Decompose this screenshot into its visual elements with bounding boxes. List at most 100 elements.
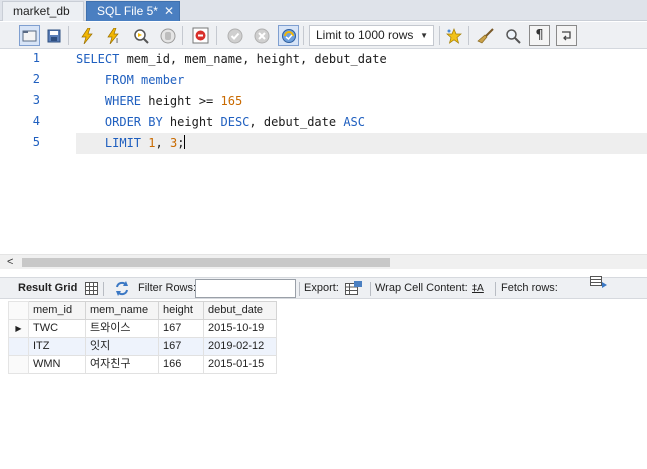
explain-icon[interactable] — [130, 25, 151, 46]
grid-cell[interactable]: 166 — [158, 355, 204, 374]
column-header[interactable]: debut_date — [203, 301, 277, 320]
save-icon[interactable] — [43, 25, 64, 46]
line-number: 1 — [32, 51, 40, 65]
grid-cell[interactable]: 167 — [158, 319, 204, 338]
filter-rows-label: Filter Rows: — [138, 282, 197, 294]
grid-cell[interactable]: 2019-02-12 — [203, 337, 277, 356]
dropdown-arrow-icon: ▼ — [420, 31, 428, 40]
grid-cell[interactable]: 잇지 — [85, 337, 159, 356]
rollback-icon[interactable] — [251, 25, 272, 46]
grid-view-icon[interactable] — [85, 282, 98, 296]
line-number-gutter: 1 2 3 4 5 — [0, 49, 70, 154]
grid-cell[interactable]: 167 — [158, 337, 204, 356]
line-number: 3 — [32, 93, 40, 107]
code-token: LIMIT — [76, 136, 142, 150]
wrap-cell-content-label: Wrap Cell Content: — [375, 282, 468, 294]
grid-cell[interactable]: 트와이스 — [85, 319, 159, 338]
code-token: height >= — [141, 94, 221, 108]
code-token: 165 — [220, 94, 243, 108]
commit-icon[interactable] — [224, 25, 245, 46]
toolbar-separator — [182, 26, 183, 45]
toolbar-separator — [468, 26, 469, 45]
fetch-rows-label: Fetch rows: — [501, 282, 558, 294]
row-header[interactable] — [8, 355, 29, 374]
toolbar-separator — [303, 26, 304, 45]
toolbar-separator — [299, 282, 300, 296]
text-caret — [184, 135, 186, 149]
result-grid[interactable]: mem_id mem_name height debut_date ▶ TWC … — [8, 301, 277, 374]
format-broom-icon[interactable] — [475, 25, 496, 46]
column-header[interactable]: mem_name — [85, 301, 159, 320]
toggle-error-stop-icon[interactable] — [190, 25, 211, 46]
toolbar-separator — [68, 26, 69, 45]
code-token: member — [133, 73, 185, 87]
line-number: 4 — [32, 114, 40, 128]
execute-icon[interactable] — [76, 25, 97, 46]
column-header[interactable]: mem_id — [28, 301, 86, 320]
grid-cell[interactable]: TWC — [28, 319, 86, 338]
code-token: ORDER BY — [76, 115, 163, 129]
filter-rows-input[interactable] — [195, 279, 296, 298]
wrap-cell-icon[interactable]: ‡A — [472, 278, 484, 299]
wrap-icon[interactable] — [556, 25, 577, 46]
sql-editor[interactable]: 1 2 3 4 5 SELECT mem_id, mem_name, heigh… — [0, 49, 647, 254]
close-tab-icon[interactable]: ✕ — [164, 2, 174, 21]
row-header[interactable] — [8, 337, 29, 356]
code-token: height — [162, 115, 221, 129]
find-icon[interactable] — [502, 25, 523, 46]
grid-cell[interactable]: ITZ — [28, 337, 86, 356]
code-token: DESC — [220, 115, 250, 129]
sql-editor-toolbar: I Limit to 1000 rows ▼ ¶ — [0, 22, 647, 49]
limit-rows-value: Limit to 1000 rows — [316, 28, 414, 42]
tab-market-db[interactable]: market_db — [2, 1, 84, 21]
code-line: LIMIT 1, 3; — [76, 133, 186, 154]
code-token: FROM — [76, 73, 134, 87]
scrollbar-thumb[interactable] — [22, 258, 390, 267]
editor-horizontal-scrollbar[interactable]: < — [0, 254, 647, 269]
line-number: 5 — [32, 135, 40, 149]
grid-cell[interactable]: 2015-10-19 — [203, 319, 277, 338]
beautify-star-icon[interactable] — [443, 25, 464, 46]
code-line: WHERE height >= 165 — [76, 91, 242, 112]
toolbar-separator — [439, 26, 440, 45]
current-row-marker-icon[interactable]: ▶ — [8, 319, 29, 338]
scroll-left-icon[interactable]: < — [7, 255, 13, 270]
svg-text:I: I — [116, 37, 118, 44]
autocommit-icon[interactable] — [278, 25, 299, 46]
column-header[interactable]: height — [158, 301, 204, 320]
table-row[interactable]: ITZ 잇지 167 2019-02-12 — [8, 337, 277, 356]
code-line: FROM member — [76, 70, 184, 91]
table-row[interactable]: ▶ TWC 트와이스 167 2015-10-19 — [8, 319, 277, 338]
grid-cell[interactable]: WMN — [28, 355, 86, 374]
export-icon[interactable] — [345, 281, 362, 296]
fetch-next-rows-icon[interactable] — [590, 276, 608, 292]
toolbar-separator — [370, 282, 371, 296]
code-token: 1 — [148, 136, 156, 150]
result-grid-label[interactable]: Result Grid — [18, 278, 77, 299]
execute-current-icon[interactable]: I — [103, 25, 124, 46]
export-label: Export: — [304, 282, 339, 294]
invisible-chars-icon[interactable]: ¶ — [529, 25, 550, 46]
tab-bar: market_db SQL File 5* ✕ — [0, 0, 647, 21]
stop-icon[interactable] — [157, 25, 178, 46]
toolbar-separator — [103, 282, 104, 296]
code-token: mem_id, mem_name, height, debut_date — [119, 52, 387, 66]
code-token: , — [155, 136, 170, 150]
code-token: ASC — [343, 115, 366, 129]
code-line: ORDER BY height DESC, debut_date ASC — [76, 112, 365, 133]
grid-cell[interactable]: 2015-01-15 — [203, 355, 277, 374]
tab-sql-file-5[interactable]: SQL File 5* ✕ — [86, 1, 180, 21]
code-token: WHERE — [76, 94, 142, 108]
open-folder-icon[interactable] — [19, 25, 40, 46]
toolbar-separator — [495, 282, 496, 296]
line-number: 2 — [32, 72, 40, 86]
refresh-icon[interactable] — [114, 281, 130, 296]
code-token: , debut_date — [249, 115, 344, 129]
code-token: SELECT — [76, 52, 120, 66]
result-toolbar: Result Grid Filter Rows: Export: Wrap Ce… — [0, 276, 647, 299]
limit-rows-select[interactable]: Limit to 1000 rows ▼ — [309, 25, 434, 46]
code-token: ; — [177, 136, 185, 150]
grid-cell[interactable]: 여자친구 — [85, 355, 159, 374]
code-line: SELECT mem_id, mem_name, height, debut_d… — [76, 49, 387, 70]
table-row[interactable]: WMN 여자친구 166 2015-01-15 — [8, 355, 277, 374]
